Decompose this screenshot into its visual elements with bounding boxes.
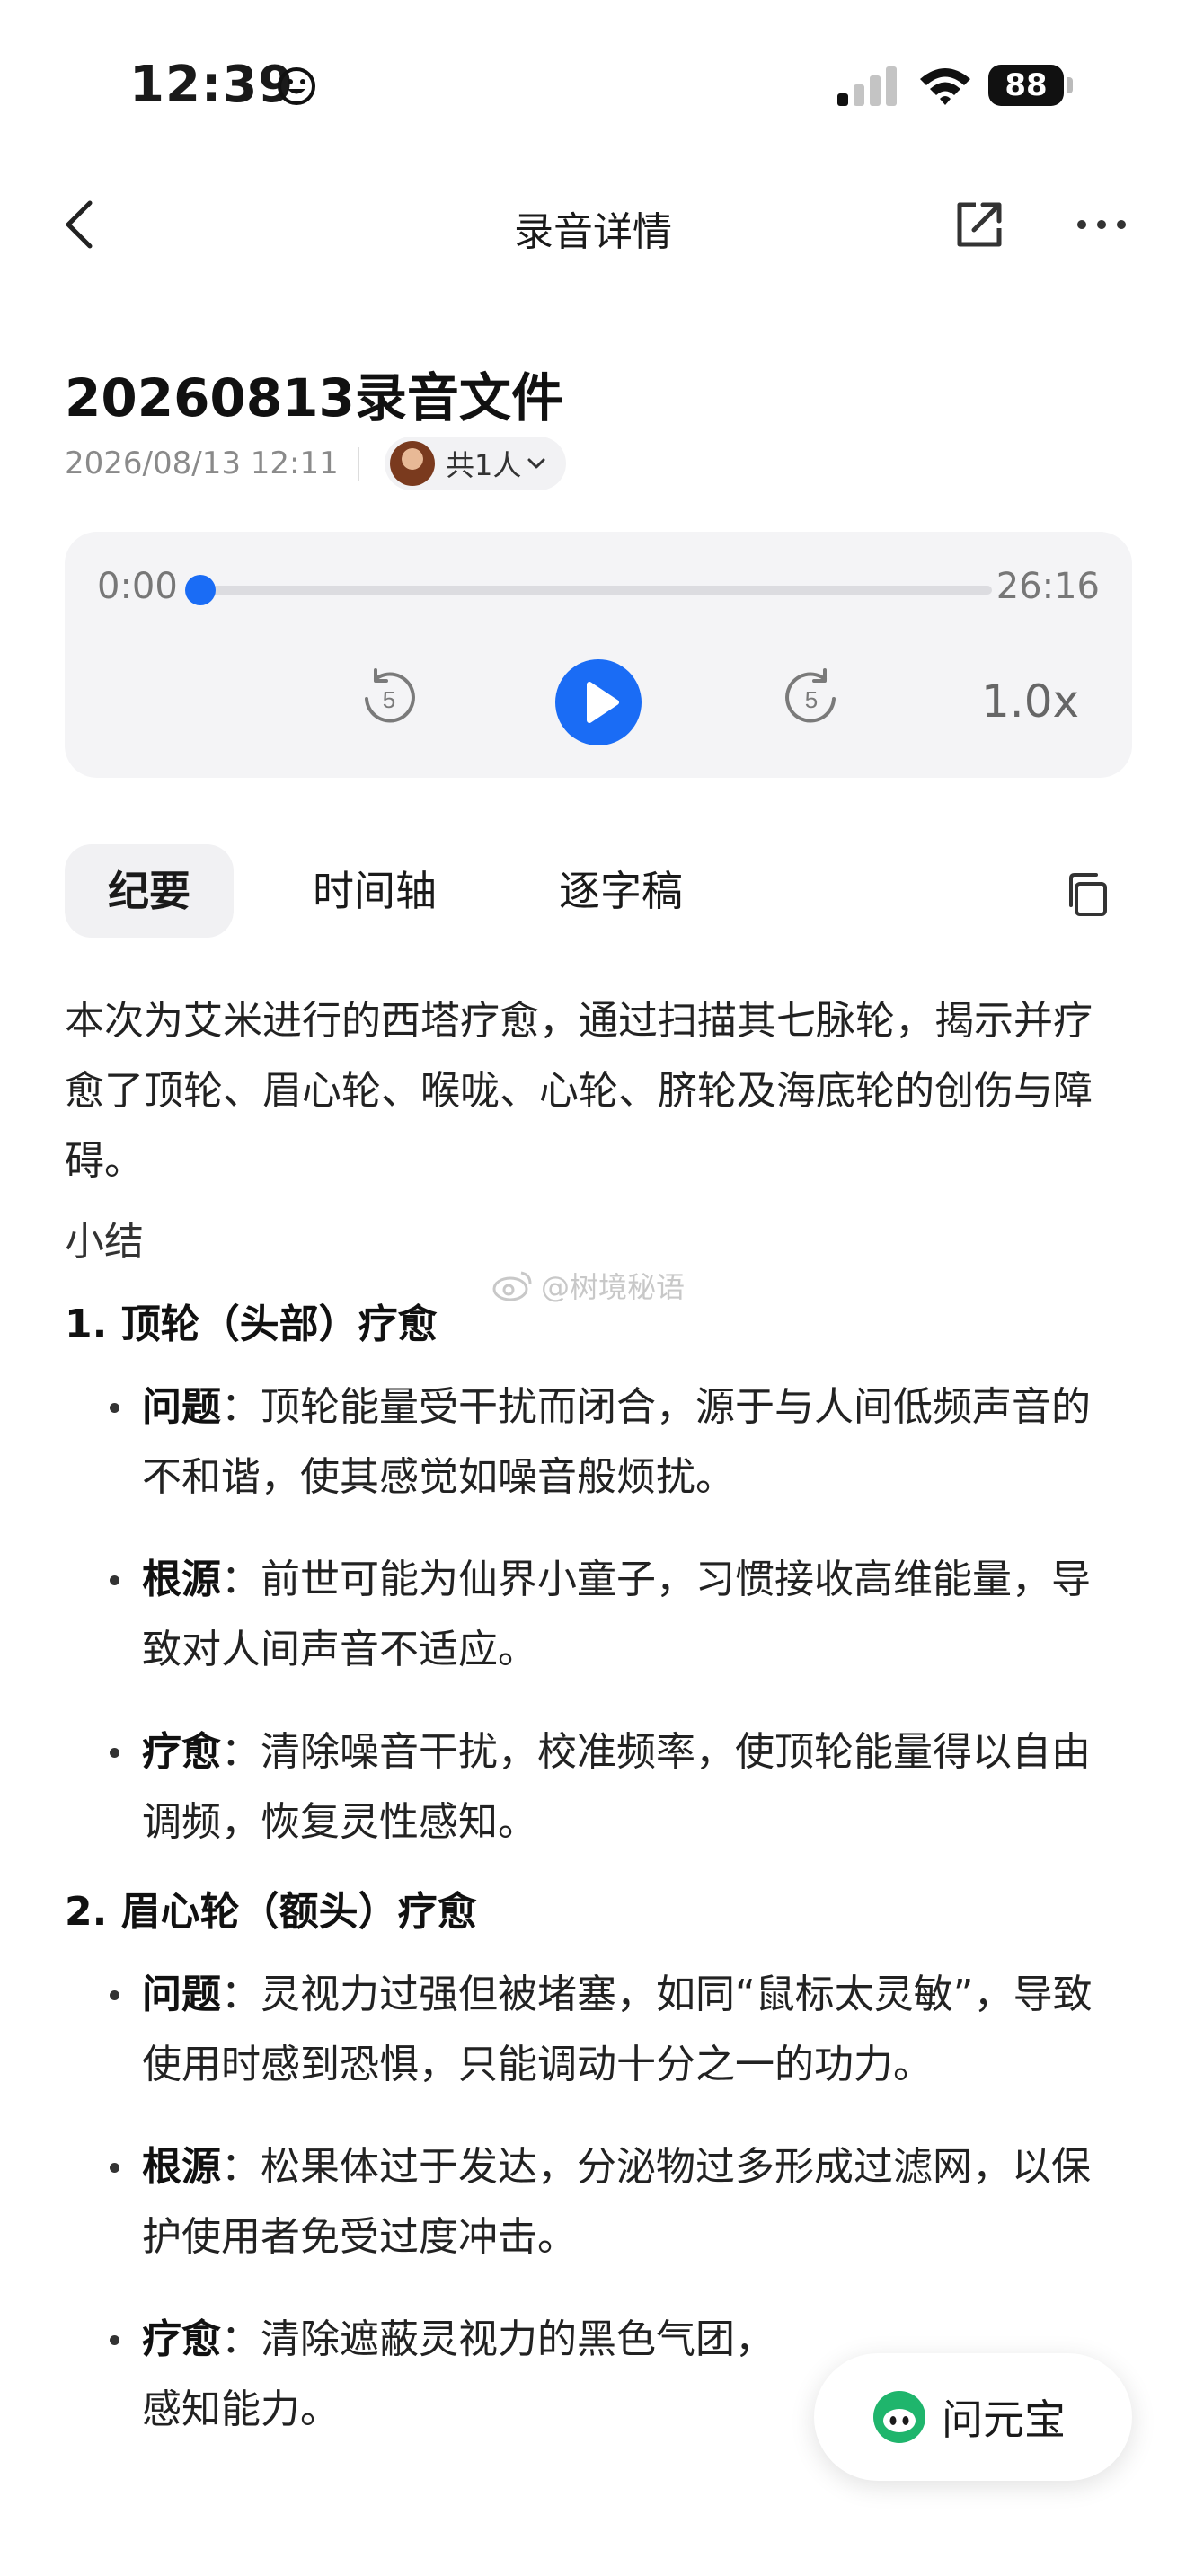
item-text: ：前世可能为仙界小童子，习惯接收高维能量，导致对人间声音不适应。 xyxy=(142,1557,1091,1672)
status-bar: 12:39 88 xyxy=(0,0,1186,171)
list-item: 根源：前世可能为仙界小童子，习惯接收高维能量，导致对人间声音不适应。 xyxy=(65,1545,1107,1685)
rewind-seconds-label: 5 xyxy=(383,686,395,713)
list-item: 根源：松果体过于发达，分泌物过多形成过滤网，以保护使用者免受过度冲击。 xyxy=(65,2132,1107,2272)
item-label: 问题 xyxy=(142,1972,221,2017)
summary-intro: 本次为艾米进行的西塔疗愈，通过扫描其七脉轮，揭示并疗愈了顶轮、眉心轮、喉咙、心轮… xyxy=(65,998,1093,1184)
audio-player: 0:00 26:16 5 5 1.0x xyxy=(65,532,1132,778)
smiley-icon xyxy=(278,67,315,105)
battery-tip xyxy=(1067,77,1073,93)
item-text: ：松果体过于发达，分泌物过多形成过滤网，以保护使用者免受过度冲击。 xyxy=(142,2144,1091,2260)
item-text: ：清除噪音干扰，校准频率，使顶轮能量得以自由调频，恢复灵性感知。 xyxy=(142,1729,1091,1845)
section-list: 问题：顶轮能量受干扰而闭合，源于与人间低频声音的不和谐，使其感觉如噪音般烦扰。 … xyxy=(65,1372,1107,1857)
recording-title: 20260813录音文件 xyxy=(65,367,563,428)
chevron-down-icon xyxy=(527,458,545,469)
watermark: @树境秘语 xyxy=(492,1265,685,1306)
ask-yuanbao-button[interactable]: 问元宝 xyxy=(814,2353,1132,2481)
current-time: 0:00 xyxy=(97,566,178,607)
list-item: 问题：顶轮能量受干扰而闭合，源于与人间低频声音的不和谐，使其感觉如噪音般烦扰。 xyxy=(65,1372,1107,1513)
item-label: 问题 xyxy=(142,1384,221,1430)
watermark-text: @树境秘语 xyxy=(541,1270,686,1304)
play-button[interactable] xyxy=(555,659,642,745)
item-text: ：灵视力过强但被堵塞，如同“鼠标太灵敏”，导致使用时感到恐惧，只能调动十分之一的… xyxy=(142,1972,1093,2087)
recording-datetime: 2026/08/13 12:11 xyxy=(65,446,339,481)
list-item: 问题：灵视力过强但被堵塞，如同“鼠标太灵敏”，导致使用时感到恐惧，只能调动十分之… xyxy=(65,1960,1107,2100)
participants-button[interactable]: 共1人 xyxy=(385,437,567,490)
progress-bar[interactable] xyxy=(201,586,992,595)
yuanbao-icon xyxy=(873,2391,925,2443)
item-text: ：清除遮蔽灵视力的黑色气团， xyxy=(221,2316,774,2362)
item-text-continued: 感知能力。 xyxy=(142,2386,340,2432)
battery-level: 88 xyxy=(988,65,1064,106)
tab-timeline[interactable]: 时间轴 xyxy=(313,844,437,938)
participants-label: 共1人 xyxy=(446,448,522,482)
meta-divider xyxy=(358,447,359,481)
tab-summary[interactable]: 纪要 xyxy=(65,844,234,938)
wifi-icon xyxy=(920,68,970,105)
battery-indicator: 88 xyxy=(988,65,1075,106)
item-label: 根源 xyxy=(142,1557,221,1602)
fab-label: 问元宝 xyxy=(942,2395,1066,2444)
status-time: 12:39 xyxy=(129,56,295,114)
tab-transcript[interactable]: 逐字稿 xyxy=(559,844,683,938)
avatar xyxy=(390,441,435,486)
progress-handle[interactable] xyxy=(185,575,216,605)
item-label: 疗愈 xyxy=(142,2316,221,2362)
recording-meta: 2026/08/13 12:11 共1人 xyxy=(65,437,694,490)
tab-bar: 纪要 时间轴 逐字稿 xyxy=(65,844,1132,938)
cellular-signal-icon xyxy=(837,66,897,106)
nav-bar: 录音详情 xyxy=(0,171,1186,278)
playback-speed-button[interactable]: 1.0x xyxy=(981,675,1079,728)
copy-icon[interactable] xyxy=(1062,869,1112,920)
rewind-5-icon[interactable]: 5 xyxy=(358,666,420,729)
section-title: 2. 眉心轮（额头）疗愈 xyxy=(65,1889,477,1935)
item-label: 疗愈 xyxy=(142,1729,221,1775)
forward-5-icon[interactable]: 5 xyxy=(780,666,843,729)
forward-seconds-label: 5 xyxy=(805,686,818,713)
page-title: 录音详情 xyxy=(514,209,672,255)
more-icon[interactable] xyxy=(1075,212,1128,237)
weibo-icon xyxy=(492,1271,532,1301)
item-label: 根源 xyxy=(142,2144,221,2190)
item-text: ：顶轮能量受干扰而闭合，源于与人间低频声音的不和谐，使其感觉如噪音般烦扰。 xyxy=(142,1384,1091,1500)
total-time: 26:16 xyxy=(996,566,1100,607)
play-icon xyxy=(587,682,619,723)
share-icon[interactable] xyxy=(952,198,1006,251)
list-item: 疗愈：清除噪音干扰，校准频率，使顶轮能量得以自由调频，恢复灵性感知。 xyxy=(65,1717,1107,1857)
summary-content: 本次为艾米进行的西塔疗愈，通过扫描其七脉轮，揭示并疗愈了顶轮、眉心轮、喉咙、心轮… xyxy=(65,986,1107,2477)
